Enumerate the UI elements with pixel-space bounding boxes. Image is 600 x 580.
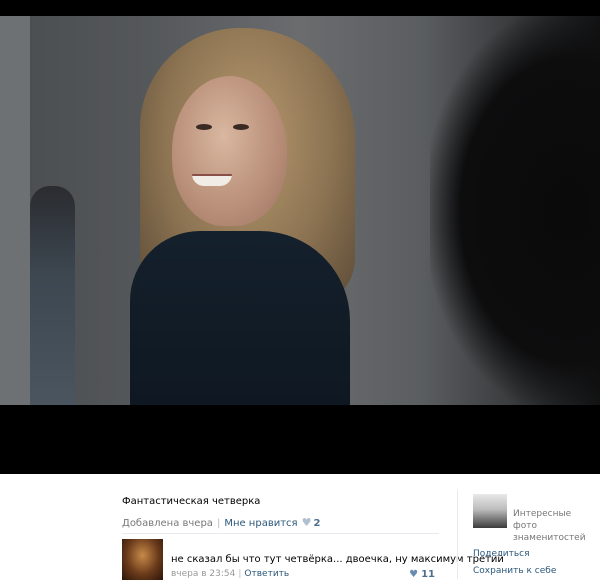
comment-like-count: 11 — [421, 569, 435, 580]
comment-like-button[interactable]: ♥ 11 — [409, 569, 435, 580]
photo-subject-body — [130, 231, 350, 405]
comment-item: не сказал бы что тут четвёрка... двоечка… — [122, 538, 504, 580]
photo-caption: Фантастическая четверка — [122, 496, 261, 507]
photo-subject-eye-right — [233, 124, 249, 130]
photo-meta: Добавлена вчера | Мне нравится ♥ 2 — [122, 516, 320, 529]
album-title[interactable]: Интересные фото знаменитостей — [513, 508, 593, 544]
photo-bg-person — [30, 186, 75, 405]
photo-subject-face — [172, 76, 287, 226]
album-thumbnail[interactable] — [473, 494, 507, 528]
heart-icon: ♥ — [409, 569, 419, 580]
photo-foreground-shadow — [430, 16, 600, 405]
sidebar-divider — [457, 490, 458, 579]
photo-viewer — [0, 0, 600, 474]
comment-time[interactable]: вчера в 23:54 — [171, 569, 235, 579]
comment-meta: вчера в 23:54 | Ответить — [171, 569, 289, 579]
comment-separator: | — [238, 569, 242, 579]
share-link[interactable]: Поделиться — [473, 549, 530, 559]
comments-divider — [122, 533, 439, 534]
added-date: Добавлена вчера — [122, 518, 213, 529]
comment-text: не сказал бы что тут четвёрка... двоечка… — [171, 554, 504, 565]
like-button[interactable]: Мне нравится — [224, 518, 297, 529]
photo-subject-eye-left — [196, 124, 212, 130]
meta-separator: | — [216, 518, 221, 529]
reply-button[interactable]: Ответить — [244, 569, 289, 579]
photo-bg-pillar — [0, 16, 30, 405]
photo-image[interactable] — [0, 16, 600, 405]
photo-info-panel: Фантастическая четверка Добавлена вчера |… — [0, 474, 600, 580]
album-link[interactable]: Интересные фото знаменитостей — [473, 494, 600, 543]
like-count[interactable]: 2 — [313, 518, 320, 529]
heart-icon[interactable]: ♥ — [302, 516, 312, 529]
avatar[interactable] — [122, 539, 163, 580]
save-link[interactable]: Сохранить к себе — [473, 566, 556, 576]
photo-subject-smile — [192, 174, 232, 186]
